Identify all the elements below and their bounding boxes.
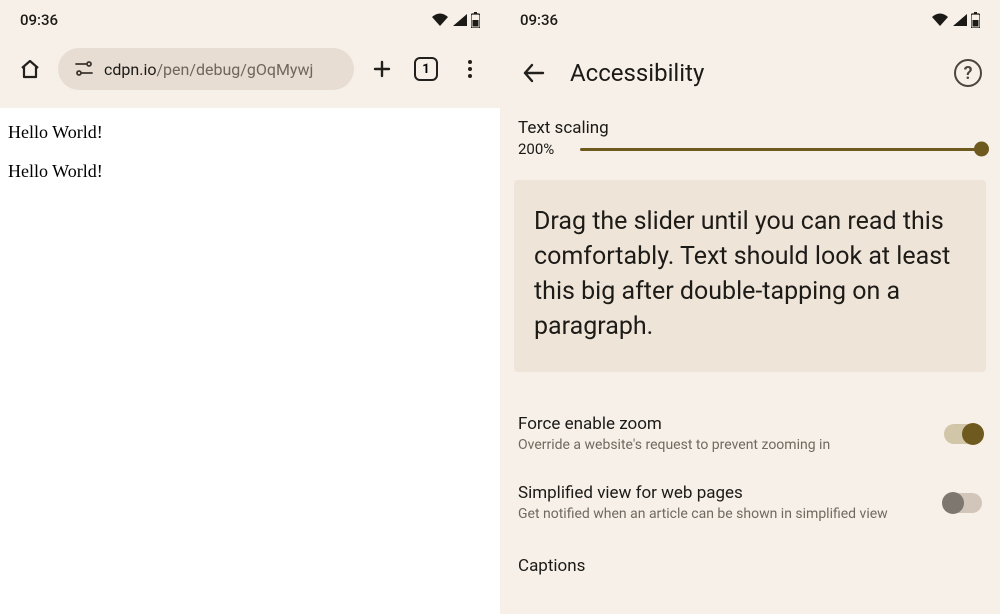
simplified-view-subtitle: Get notified when an article can be show…	[518, 506, 930, 522]
wifi-icon	[931, 13, 949, 27]
force-zoom-toggle[interactable]	[944, 424, 982, 444]
status-bar: 09:36	[0, 0, 500, 40]
captions-row[interactable]: Captions	[500, 536, 1000, 590]
home-icon	[18, 57, 42, 81]
battery-icon	[471, 12, 480, 28]
text-scaling-section: Text scaling 200%	[500, 106, 1000, 170]
text-scaling-slider[interactable]	[580, 148, 982, 151]
help-icon: ?	[964, 63, 973, 84]
accessibility-settings-screen: 09:36 Accessibility ? Text scaling 200%	[500, 0, 1000, 614]
status-time: 09:36	[520, 11, 558, 29]
home-button[interactable]	[14, 53, 46, 85]
captions-title: Captions	[518, 556, 982, 576]
text-scaling-label: Text scaling	[518, 118, 982, 138]
page-content: Hello World! Hello World!	[0, 108, 500, 614]
url-path: /pen/debug/gOqMywj	[156, 60, 313, 79]
signal-icon	[952, 13, 968, 27]
battery-icon	[971, 12, 980, 28]
simplified-view-row[interactable]: Simplified view for web pages Get notifi…	[500, 467, 1000, 536]
url-bar[interactable]: cdpn.io/pen/debug/gOqMywj	[58, 48, 354, 90]
status-icons	[431, 12, 480, 28]
help-button[interactable]: ?	[954, 59, 982, 87]
status-bar: 09:36	[500, 0, 1000, 40]
force-zoom-title: Force enable zoom	[518, 414, 930, 434]
menu-button[interactable]	[454, 53, 486, 85]
plus-icon	[370, 57, 394, 81]
simplified-view-title: Simplified view for web pages	[518, 483, 930, 503]
settings-body: Text scaling 200% Drag the slider until …	[500, 106, 1000, 590]
text-scaling-value: 200%	[518, 140, 566, 158]
url-domain: cdpn.io	[104, 60, 156, 79]
more-vert-icon	[459, 58, 481, 80]
tabs-button[interactable]: 1	[410, 53, 442, 85]
sample-text-card: Drag the slider until you can read this …	[514, 180, 986, 372]
browser-toolbar: cdpn.io/pen/debug/gOqMywj 1	[0, 40, 500, 108]
content-line-1: Hello World!	[8, 122, 492, 143]
force-zoom-subtitle: Override a website's request to prevent …	[518, 437, 930, 453]
arrow-back-icon	[521, 60, 547, 86]
back-button[interactable]	[518, 57, 550, 89]
status-icons	[931, 12, 980, 28]
content-line-2: Hello World!	[8, 161, 492, 182]
toggle-knob	[962, 423, 984, 445]
new-tab-button[interactable]	[366, 53, 398, 85]
browser-screen: 09:36 cdpn.io/pen/debug/gOqMywj 1 Hello …	[0, 0, 500, 614]
signal-icon	[452, 13, 468, 27]
settings-header: Accessibility ?	[500, 40, 1000, 106]
page-title: Accessibility	[570, 59, 934, 87]
toggle-knob	[942, 492, 964, 514]
tab-count-badge: 1	[414, 57, 438, 81]
wifi-icon	[431, 13, 449, 27]
slider-thumb[interactable]	[974, 142, 989, 157]
status-time: 09:36	[20, 11, 58, 29]
force-zoom-row[interactable]: Force enable zoom Override a website's r…	[500, 400, 1000, 467]
site-settings-icon	[74, 60, 94, 78]
url-text: cdpn.io/pen/debug/gOqMywj	[104, 60, 313, 79]
simplified-view-toggle[interactable]	[944, 493, 982, 513]
sample-text: Drag the slider until you can read this …	[534, 204, 966, 344]
